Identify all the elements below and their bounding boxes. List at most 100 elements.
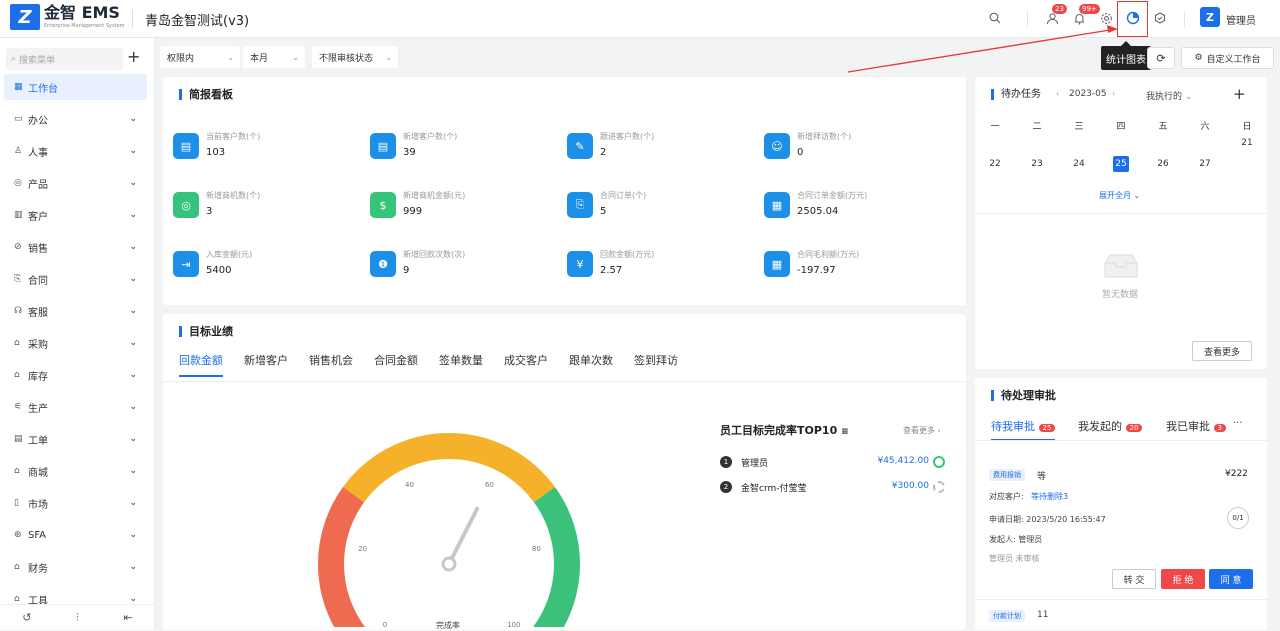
metric-icon: ▤: [370, 133, 396, 159]
calendar-day[interactable]: 24: [1071, 156, 1087, 172]
metric-value: 2: [600, 147, 607, 158]
view-more-link[interactable]: 查看更多 ›: [903, 425, 941, 436]
target-tab[interactable]: 回款金额: [179, 352, 223, 377]
calendar-day[interactable]: 21: [1239, 135, 1255, 151]
approval-tab[interactable]: 我已审批 3: [1166, 418, 1226, 434]
next-month-icon[interactable]: ›: [1112, 89, 1115, 98]
prev-month-icon[interactable]: ‹: [1056, 89, 1059, 98]
period-select[interactable]: 本月 ⌄: [243, 46, 305, 68]
sidebar-item-4[interactable]: ▥ 客户 ⌄: [4, 202, 147, 228]
weekday-label: 五: [1158, 122, 1168, 132]
sidebar-item-14[interactable]: ⊛ SFA ⌄: [4, 522, 147, 548]
metric-label: 回款金额(万元): [600, 250, 655, 259]
refresh-button[interactable]: ⟳: [1147, 47, 1175, 69]
metric-tile: ▤ 新增客户数(个) 39: [370, 131, 560, 171]
sidebar-item-5[interactable]: ⊘ 销售 ⌄: [4, 234, 147, 260]
sidebar-item-1[interactable]: ▭ 办公 ⌄: [4, 106, 147, 132]
target-tab[interactable]: 新增客户: [244, 352, 288, 377]
messages-icon[interactable]: 23: [1042, 4, 1067, 28]
metric-label: 新增商机金额(元): [403, 191, 466, 200]
approve-button[interactable]: 同 意: [1209, 569, 1253, 589]
sidebar-item-2[interactable]: ♙ 人事 ⌄: [4, 138, 147, 164]
custom-workbench-button[interactable]: ⚙ 自定义工作台: [1181, 47, 1274, 69]
avatar[interactable]: Z: [1200, 7, 1220, 27]
metric-icon: ❶: [370, 251, 396, 277]
sidebar-item-label: 办公: [28, 115, 48, 127]
collapse-menu-icon[interactable]: ⇤: [123, 611, 132, 624]
history-icon[interactable]: ↺: [22, 611, 31, 624]
sidebar-item-12[interactable]: ⌂ 商城 ⌄: [4, 458, 147, 484]
sidebar-item-label: 商城: [28, 467, 48, 479]
customer-link[interactable]: 等待删除3: [1031, 491, 1068, 502]
calendar-day[interactable]: 22: [987, 156, 1003, 172]
sidebar-item-11[interactable]: ▤ 工单 ⌄: [4, 426, 147, 452]
metric-value: 999: [403, 206, 423, 217]
progress-circle: 0/1: [1227, 507, 1249, 529]
target-tab[interactable]: 跟单次数: [569, 352, 613, 377]
target-tab[interactable]: 签到拜访: [634, 352, 678, 377]
chevron-down-icon: ⌄: [129, 242, 137, 252]
sidebar-item-label: 生产: [28, 403, 48, 415]
target-tab[interactable]: 成交客户: [504, 352, 548, 377]
progress-ring-icon: [933, 481, 945, 493]
customer-label: 对应客户:: [989, 492, 1024, 501]
audit-status-select[interactable]: 不限审核状态 ⌄: [312, 46, 398, 68]
metric-icon: ¥: [567, 251, 593, 277]
sidebar-item-6[interactable]: ⎘ 合同 ⌄: [4, 266, 147, 292]
calendar-day[interactable]: 26: [1155, 156, 1171, 172]
target-tab[interactable]: 合同金额: [374, 352, 418, 377]
gauge-band-mid: [343, 433, 555, 503]
purchase-icon: ⌂: [14, 338, 20, 348]
sidebar-item-label: 客服: [28, 307, 48, 319]
refresh-icon: ⟳: [1156, 51, 1166, 65]
sale-icon: ⊘: [14, 242, 22, 252]
sidebar: ⌕ 搜索菜单 + ▦ 工作台 ▭ 办公 ⌄ ♙ 人事 ⌄ ◎ 产品 ⌄ ▥ 客户 ⌄ ⊘ 销售 ⌄ ⎘ 合同 ⌄ ☊ 客服…: [0, 38, 155, 630]
sidebar-item-13[interactable]: ▯ 市场 ⌄: [4, 490, 147, 516]
target-tab[interactable]: 签单数量: [439, 352, 483, 377]
sidebar-item-label: SFA: [28, 529, 47, 541]
metric-value: 2505.04: [797, 206, 839, 217]
sidebar-item-0[interactable]: ▦ 工作台: [4, 74, 147, 100]
expand-month-link[interactable]: 展开全月 ⌄: [1099, 190, 1140, 201]
sidebar-item-3[interactable]: ◎ 产品 ⌄: [4, 170, 147, 196]
item-suffix: 等: [1037, 472, 1047, 482]
search-icon[interactable]: [985, 8, 1005, 28]
menu-search-input[interactable]: ⌕ 搜索菜单: [6, 48, 123, 70]
divider: [1184, 11, 1185, 27]
view-more-button[interactable]: 查看更多: [1192, 341, 1252, 361]
chevron-down-icon: ⌄: [129, 114, 137, 124]
filter-settings-icon[interactable]: ⫶: [76, 611, 79, 625]
calendar-day[interactable]: 25: [1113, 156, 1129, 172]
calendar-day[interactable]: 27: [1197, 156, 1213, 172]
reject-button[interactable]: 拒 绝: [1161, 569, 1205, 589]
sidebar-item-8[interactable]: ⌂ 采购 ⌄: [4, 330, 147, 356]
task-filter-select[interactable]: 我执行的 ⌄: [1146, 89, 1192, 102]
search-icon: ⌕: [11, 54, 17, 64]
metric-value: 39: [403, 147, 416, 158]
approval-tab[interactable]: 待我审批 25: [991, 418, 1056, 441]
calendar-day[interactable]: 23: [1029, 156, 1045, 172]
sidebar-item-15[interactable]: ⌂ 财务 ⌄: [4, 554, 147, 580]
metric-label: 当前客户数(个): [206, 132, 261, 141]
user-name[interactable]: 管理员: [1226, 12, 1256, 27]
transfer-button[interactable]: 转 交: [1112, 569, 1156, 589]
scope-select[interactable]: 权限内 ⌄: [160, 46, 240, 68]
target-tab[interactable]: 销售机会: [309, 352, 353, 377]
logo[interactable]: Z 金智 EMS Enterprise Management System: [10, 4, 124, 30]
approval-tab[interactable]: 我发起的 20: [1078, 418, 1143, 434]
sidebar-item-9[interactable]: ⌂ 库存 ⌄: [4, 362, 147, 388]
bell-icon[interactable]: 99+: [1069, 4, 1100, 28]
add-icon[interactable]: +: [127, 47, 140, 66]
metric-icon: ⇥: [173, 251, 199, 277]
cube-icon[interactable]: [1150, 8, 1170, 28]
gear-icon[interactable]: [1096, 8, 1116, 28]
sidebar-item-10[interactable]: ⚟ 生产 ⌄: [4, 394, 147, 420]
metric-label: 新增商机数(个): [206, 191, 261, 200]
gauge-band-low: [318, 487, 366, 627]
more-icon[interactable]: ···: [1233, 418, 1243, 429]
gauge-caption: 完成率: [436, 621, 460, 630]
chevron-down-icon: ⌄: [129, 274, 137, 284]
todo-title: 待办任务: [991, 89, 1041, 100]
sidebar-item-7[interactable]: ☊ 客服 ⌄: [4, 298, 147, 324]
add-task-button[interactable]: +: [1233, 85, 1246, 103]
